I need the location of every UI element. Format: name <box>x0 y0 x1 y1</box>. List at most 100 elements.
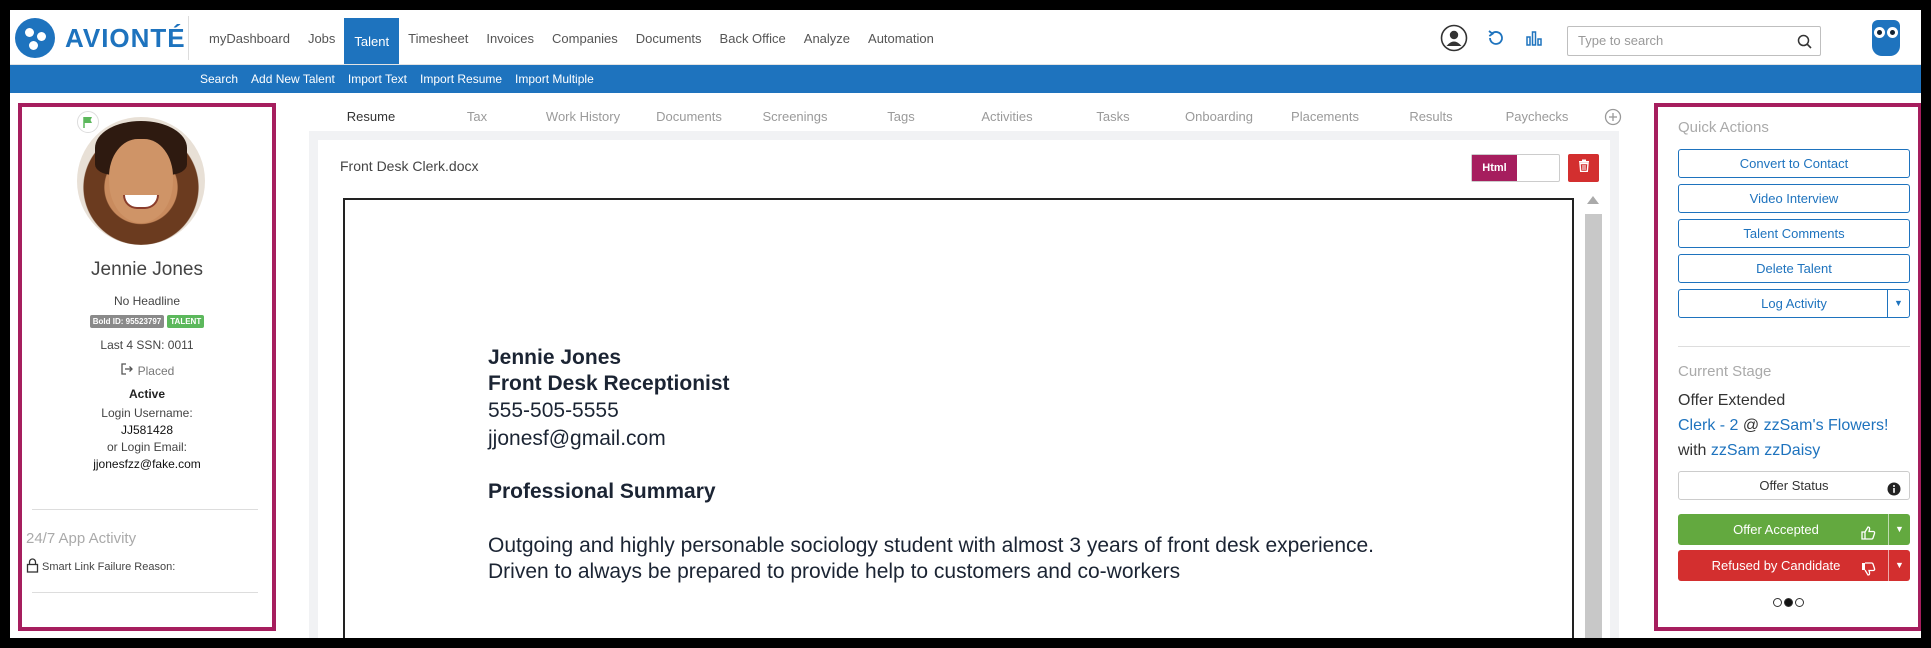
refresh-icon[interactable] <box>1486 28 1506 48</box>
tab-work-history[interactable]: Work History <box>530 102 636 134</box>
tab-onboarding[interactable]: Onboarding <box>1166 102 1272 134</box>
tab-placements[interactable]: Placements <box>1272 102 1378 134</box>
talent-headline: No Headline <box>113 294 181 308</box>
app-window: AVIONTÉ myDashboard Jobs Talent Timeshee… <box>10 10 1921 638</box>
offer-status-button[interactable]: Offer Status <box>1678 471 1910 500</box>
chevron-down-icon[interactable]: ▼ <box>1888 514 1910 545</box>
divider <box>32 592 258 593</box>
stage-name: Offer Extended <box>1678 392 1786 409</box>
job-link[interactable]: Clerk - 2 <box>1678 417 1738 434</box>
log-activity-label: Log Activity <box>1761 296 1827 311</box>
scroll-thumb[interactable] <box>1585 214 1602 638</box>
nav-item-invoices[interactable]: Invoices <box>477 18 543 58</box>
user-profile-icon[interactable] <box>1440 24 1468 52</box>
search-icon[interactable] <box>1797 34 1812 54</box>
flag-icon[interactable] <box>77 111 99 133</box>
divider <box>1678 346 1910 347</box>
placement-status-label: Placed <box>137 363 175 378</box>
tab-tax[interactable]: Tax <box>424 102 530 134</box>
tab-documents[interactable]: Documents <box>636 102 742 134</box>
nav-item-back-office[interactable]: Back Office <box>711 18 795 58</box>
carousel-dot[interactable] <box>1772 598 1782 607</box>
resume-section-title: Professional Summary <box>488 480 716 503</box>
nav-item-companies[interactable]: Companies <box>543 18 627 58</box>
refused-by-candidate-button[interactable]: Refused by Candidate ▼ <box>1678 550 1910 581</box>
subnav-search[interactable]: Search <box>200 72 238 86</box>
nav-item-automation[interactable]: Automation <box>859 18 943 58</box>
search-input[interactable] <box>1578 33 1778 48</box>
tab-screenings[interactable]: Screenings <box>742 102 848 134</box>
offer-status-label: Offer Status <box>1759 478 1829 493</box>
add-tab-icon[interactable] <box>1604 108 1622 131</box>
current-stage-title: Current Stage <box>1678 363 1772 380</box>
nav-item-talent[interactable]: Talent <box>344 18 400 64</box>
subnav-add-new-talent[interactable]: Add New Talent <box>251 72 335 86</box>
global-search[interactable] <box>1567 26 1821 56</box>
log-activity-button[interactable]: Log Activity ▼ <box>1678 289 1910 318</box>
resume-email: jjonesf@gmail.com <box>488 427 666 450</box>
nav-item-mydashboard[interactable]: myDashboard <box>200 18 299 58</box>
smart-link-label: Smart Link Failure Reason: <box>42 561 176 573</box>
tab-results[interactable]: Results <box>1378 102 1484 134</box>
subnav-import-multiple[interactable]: Import Multiple <box>515 72 594 86</box>
resume-panel: Front Desk Clerk.docx Html Jennie Jones … <box>318 140 1610 638</box>
analytics-icon[interactable] <box>1524 28 1544 48</box>
html-toggle[interactable]: Html <box>1471 154 1560 182</box>
chevron-down-icon[interactable]: ▼ <box>1887 290 1909 317</box>
html-toggle-label: Html <box>1472 155 1517 181</box>
talent-comments-button[interactable]: Talent Comments <box>1678 219 1910 248</box>
tab-resume[interactable]: Resume <box>318 102 424 134</box>
document-scrollbar[interactable] <box>1583 192 1603 638</box>
talent-status: Active <box>128 387 166 401</box>
quick-actions-title: Quick Actions <box>1678 119 1769 136</box>
login-email-value: jjonesfzz@fake.com <box>93 457 201 471</box>
avatar[interactable] <box>77 117 205 245</box>
login-email-label: or Login Email: <box>106 440 188 454</box>
brand-name: AVIONTÉ <box>65 22 186 53</box>
sign-out-arrow-icon <box>120 362 134 379</box>
tab-tasks[interactable]: Tasks <box>1060 102 1166 134</box>
video-interview-button[interactable]: Video Interview <box>1678 184 1910 213</box>
carousel-dot-active[interactable] <box>1783 598 1793 607</box>
chevron-down-icon[interactable]: ▼ <box>1888 550 1910 581</box>
subnav-import-text[interactable]: Import Text <box>348 72 407 86</box>
carousel-dot[interactable] <box>1794 598 1804 607</box>
offer-accepted-button[interactable]: Offer Accepted ▼ <box>1678 514 1910 545</box>
nav-item-documents[interactable]: Documents <box>627 18 711 58</box>
subnav-import-resume[interactable]: Import Resume <box>420 72 502 86</box>
quick-actions-panel: Quick Actions Convert to Contact Video I… <box>1654 103 1921 631</box>
avionte-logo-icon <box>15 18 55 58</box>
owl-assistant-icon[interactable] <box>1872 20 1900 56</box>
resume-name: Jennie Jones <box>488 346 622 369</box>
nav-item-timesheet[interactable]: Timesheet <box>399 18 477 58</box>
sub-navbar: Search Add New Talent Import Text Import… <box>10 65 1921 93</box>
tab-paychecks[interactable]: Paychecks <box>1484 102 1590 134</box>
delete-resume-button[interactable] <box>1568 154 1599 182</box>
contact-link[interactable]: zzSam zzDaisy <box>1711 442 1820 459</box>
tab-activities[interactable]: Activities <box>954 102 1060 134</box>
refused-label: Refused by Candidate <box>1711 558 1841 573</box>
resume-phone: 555-505-5555 <box>488 399 619 422</box>
nav-divider <box>188 16 189 60</box>
thumbs-up-icon <box>1860 521 1876 552</box>
resume-document-viewer[interactable]: Jennie Jones Front Desk Receptionist 555… <box>343 198 1574 638</box>
thumbs-down-icon <box>1860 557 1876 588</box>
nav-item-jobs[interactable]: Jobs <box>299 18 344 58</box>
resume-file-name[interactable]: Front Desk Clerk.docx <box>340 158 478 174</box>
main-nav: myDashboard Jobs Talent Timesheet Invoic… <box>200 18 943 64</box>
talent-tabs: Resume Tax Work History Documents Screen… <box>318 102 1630 134</box>
convert-to-contact-button[interactable]: Convert to Contact <box>1678 149 1910 178</box>
nav-item-analyze[interactable]: Analyze <box>795 18 859 58</box>
resume-role: Front Desk Receptionist <box>488 372 730 395</box>
brand-logo[interactable]: AVIONTÉ <box>15 18 186 58</box>
delete-talent-button[interactable]: Delete Talent <box>1678 254 1910 283</box>
info-icon[interactable] <box>1887 478 1901 505</box>
talent-profile-panel: Jennie Jones No Headline Bold ID: 955237… <box>18 103 276 631</box>
company-link[interactable]: zzSam's Flowers! <box>1764 417 1889 434</box>
tab-tags[interactable]: Tags <box>848 102 954 134</box>
scroll-up-icon[interactable] <box>1587 196 1599 204</box>
resume-summary: Outgoing and highly personable sociology… <box>488 534 1375 583</box>
talent-name: Jennie Jones <box>91 259 203 280</box>
trash-icon <box>1578 159 1590 177</box>
lock-icon <box>26 558 39 576</box>
